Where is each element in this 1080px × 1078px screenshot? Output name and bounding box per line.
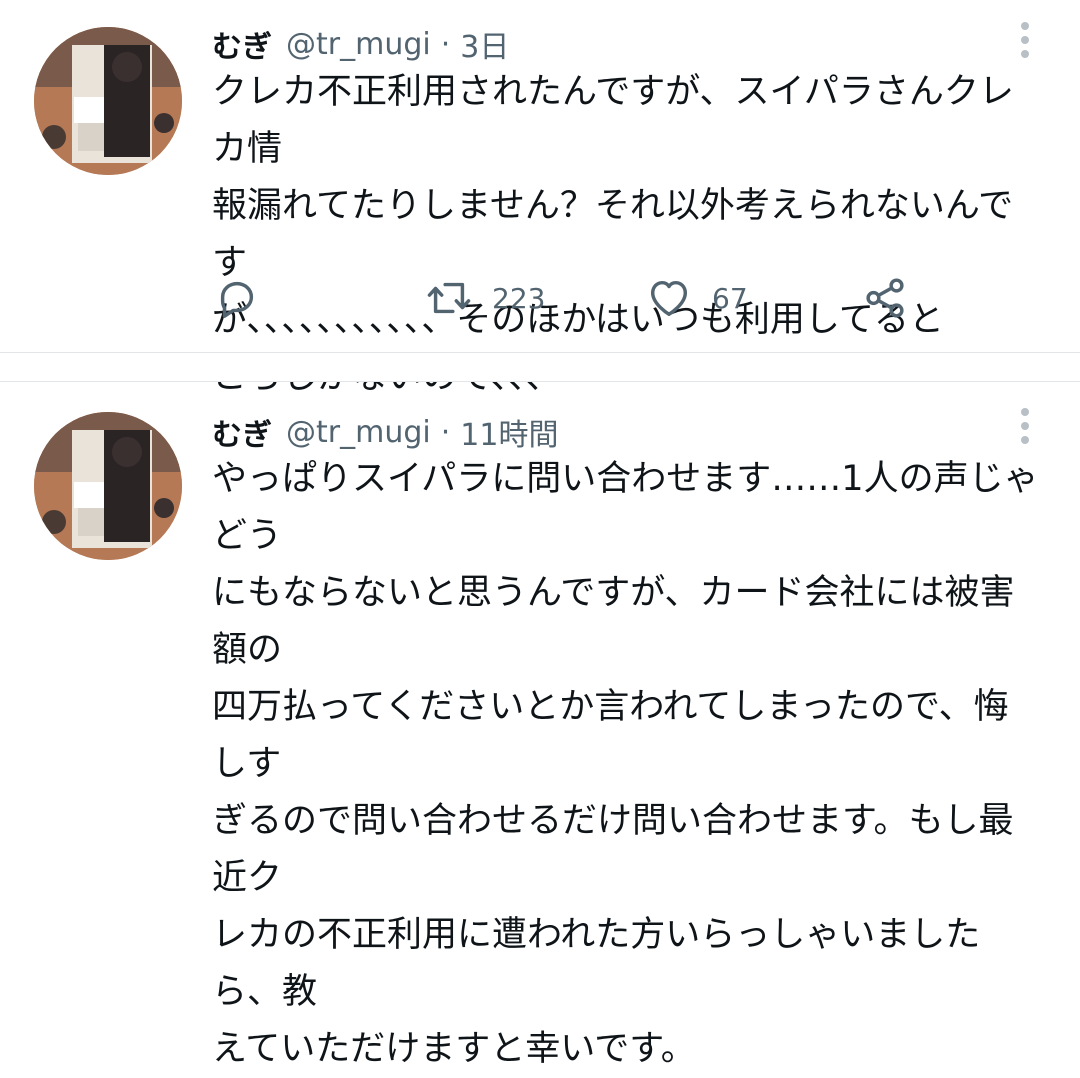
retweet-count: 223 (492, 281, 546, 315)
like-count: 67 (712, 281, 748, 315)
timestamp[interactable]: 3日 (460, 22, 509, 66)
avatar-image (34, 27, 182, 175)
retweet-button[interactable]: 223 (426, 268, 545, 328)
avatar-image (34, 412, 182, 560)
action-bar: 223 67 (0, 268, 1080, 328)
more-icon[interactable] (1012, 406, 1038, 446)
author-name[interactable]: むぎ (212, 22, 272, 66)
avatar[interactable] (34, 412, 182, 560)
section-gap (0, 353, 1080, 381)
separator-dot: · (440, 26, 451, 62)
retweet-icon (427, 282, 471, 314)
reply-icon (220, 281, 254, 318)
more-icon[interactable] (1012, 20, 1038, 60)
tweet-header: むぎ @tr_mugi · 11時間 (212, 410, 558, 454)
author-name[interactable]: むぎ (212, 410, 272, 454)
heart-icon (650, 280, 688, 317)
author-handle[interactable]: @tr_mugi (286, 415, 431, 450)
tweet-header: むぎ @tr_mugi · 3日 (212, 22, 509, 66)
timestamp[interactable]: 11時間 (460, 410, 558, 454)
reply-button[interactable] (214, 268, 260, 328)
author-handle[interactable]: @tr_mugi (286, 27, 431, 62)
separator-dot: · (440, 414, 451, 450)
like-button[interactable]: 67 (646, 268, 748, 328)
share-icon (866, 278, 904, 318)
share-button[interactable] (862, 268, 908, 328)
tweet-text: やっぱりスイパラに問い合わせます……1人の声じゃどう にもならないと思うんですが… (212, 459, 1039, 1069)
avatar[interactable] (34, 27, 182, 175)
tweet[interactable]: むぎ @tr_mugi · 3日 クレカ不正利用されたんですが、スイパラさんクレ… (0, 0, 1080, 397)
